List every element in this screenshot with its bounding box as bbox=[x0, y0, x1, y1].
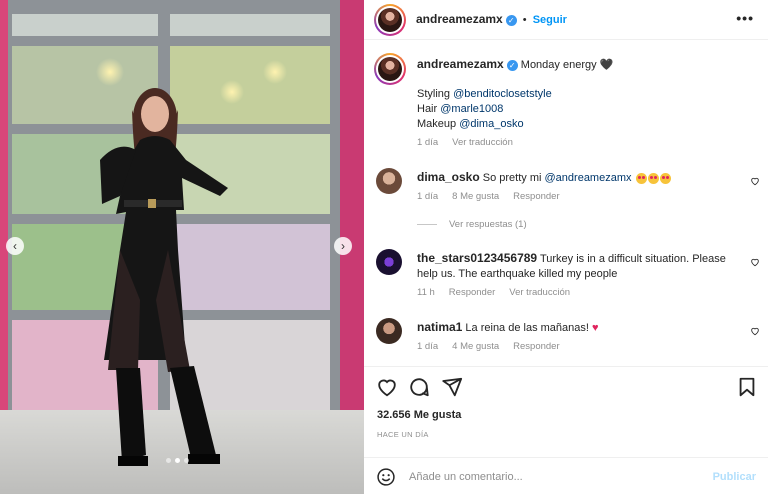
carousel-dot bbox=[166, 458, 171, 463]
reply-button[interactable]: Responder bbox=[513, 341, 559, 352]
heart-icon[interactable] bbox=[376, 376, 398, 398]
more-options-icon[interactable]: ••• bbox=[736, 10, 754, 26]
comment-avatar[interactable] bbox=[376, 318, 402, 344]
carousel-dot bbox=[184, 458, 189, 463]
comments-list: andreamezamx ✓ Monday energy 🖤 Styling @b… bbox=[364, 41, 768, 366]
header-username[interactable]: andreamezamx bbox=[416, 12, 503, 26]
heart-eyes-emoji-icon bbox=[647, 172, 659, 184]
caption-avatar[interactable] bbox=[374, 53, 406, 85]
styling-mention-link[interactable]: @benditoclosetstyle bbox=[453, 88, 552, 100]
black-heart-icon: 🖤 bbox=[599, 59, 614, 71]
comment-username[interactable]: natima1 bbox=[417, 320, 462, 334]
comment-like-heart-icon[interactable] bbox=[750, 176, 760, 186]
red-heart-icon: ♥ bbox=[592, 322, 599, 334]
comment-translate-link[interactable]: Ver traducción bbox=[509, 287, 570, 298]
paper-plane-icon[interactable] bbox=[441, 376, 463, 398]
add-comment-bar: Publicar bbox=[364, 457, 768, 494]
bookmark-icon[interactable] bbox=[736, 376, 758, 398]
comment-text: So pretty mi bbox=[482, 172, 545, 184]
caption-text: Monday energy bbox=[520, 59, 597, 71]
like-count[interactable]: 32.656 Me gusta bbox=[377, 409, 461, 421]
makeup-mention-link[interactable]: @dima_osko bbox=[459, 118, 523, 130]
verified-badge-icon: ✓ bbox=[506, 59, 518, 71]
post-side-panel: andreamezamx ✓ • Seguir ••• andreamezamx ✓… bbox=[364, 0, 768, 494]
comment-likes[interactable]: 4 Me gusta bbox=[452, 341, 499, 352]
emoji-icon[interactable] bbox=[376, 467, 396, 487]
comment-username[interactable]: dima_osko bbox=[417, 170, 480, 184]
post-image: ‹ › bbox=[0, 0, 364, 494]
post-actions: 32.656 Me gusta HACE UN DÍA Publicar bbox=[364, 366, 768, 494]
comment-mention-link[interactable]: @andreamezamx bbox=[545, 172, 632, 184]
caption-translate-link[interactable]: Ver traducción bbox=[452, 137, 513, 148]
comment-like-heart-icon[interactable] bbox=[750, 257, 760, 267]
hair-label: Hair bbox=[417, 103, 441, 115]
view-replies-button[interactable]: Ver respuestas (1) bbox=[449, 219, 527, 230]
reply-button[interactable]: Responder bbox=[513, 191, 559, 202]
photo-scene bbox=[0, 0, 364, 494]
caption-time[interactable]: 1 día bbox=[417, 137, 438, 148]
styling-label: Styling bbox=[417, 88, 454, 100]
carousel-indicator bbox=[166, 458, 189, 463]
heart-eyes-emoji-icon bbox=[635, 172, 647, 184]
verified-badge-icon: ✓ bbox=[505, 14, 517, 26]
makeup-label: Makeup bbox=[417, 118, 460, 130]
avatar[interactable] bbox=[374, 4, 406, 36]
next-slide-button[interactable]: › bbox=[334, 237, 352, 255]
reply-button[interactable]: Responder bbox=[449, 287, 495, 298]
carousel-dot-active bbox=[175, 458, 180, 463]
previous-slide-button[interactable]: ‹ bbox=[6, 237, 24, 255]
hair-mention-link[interactable]: @marle1008 bbox=[440, 103, 503, 115]
comment-time[interactable]: 11 h bbox=[417, 287, 435, 298]
comment-avatar[interactable] bbox=[376, 249, 402, 275]
header-separator: • bbox=[522, 14, 527, 26]
replies-divider bbox=[417, 224, 437, 225]
comment-icon[interactable] bbox=[408, 376, 430, 398]
comment-time[interactable]: 1 día bbox=[417, 341, 438, 352]
comment-username[interactable]: the_stars0123456789 bbox=[417, 251, 537, 265]
comment-input[interactable] bbox=[409, 467, 699, 487]
publish-button[interactable]: Publicar bbox=[713, 471, 756, 483]
comment-like-heart-icon[interactable] bbox=[750, 326, 760, 336]
post-timestamp: HACE UN DÍA bbox=[377, 430, 429, 439]
heart-eyes-emoji-icon bbox=[659, 172, 671, 184]
comment-text: La reina de las mañanas! bbox=[465, 322, 589, 334]
follow-button[interactable]: Seguir bbox=[533, 14, 567, 26]
comment-avatar[interactable] bbox=[376, 168, 402, 194]
caption-username[interactable]: andreamezamx bbox=[417, 57, 504, 71]
comment-likes[interactable]: 8 Me gusta bbox=[452, 191, 499, 202]
post-header: andreamezamx ✓ • Seguir ••• bbox=[364, 0, 768, 40]
comment-time[interactable]: 1 día bbox=[417, 191, 438, 202]
